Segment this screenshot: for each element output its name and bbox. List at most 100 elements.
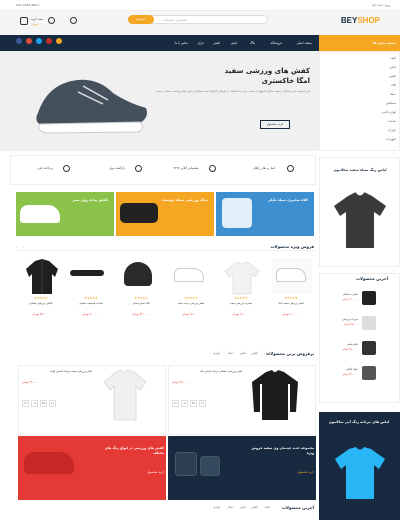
deal-product-price: ۳۹۰،۰۰۰ تومان	[22, 380, 40, 384]
cart-icon[interactable]	[20, 17, 28, 25]
featured-section-title: فروش ویژه محصولات	[270, 244, 314, 249]
category-item[interactable]: کفش	[389, 74, 396, 78]
deal-product-name[interactable]: لباس ورزشی سفید مردانه آستین کوتاه	[22, 370, 92, 374]
sneaker-thumb	[276, 268, 306, 282]
shoe-image	[20, 205, 60, 223]
countdown-days: ۱۲	[172, 400, 179, 407]
category-item[interactable]: دستکش	[386, 101, 396, 105]
bottom-banner-button[interactable]: خرید محصول	[297, 470, 314, 474]
countdown-minutes: ۴۵	[190, 400, 197, 407]
newest-item[interactable]	[321, 340, 398, 360]
category-item[interactable]: جوراب	[387, 128, 396, 132]
category-item[interactable]: لوازم جانبی	[381, 110, 396, 114]
nav-item-sale[interactable]: حراج	[198, 35, 204, 51]
product-name[interactable]: ساعت هوشمند مشکی	[69, 302, 113, 306]
tab-shoes[interactable]: کفش	[251, 351, 258, 355]
product-name[interactable]: کلاه ایمنی اسکی	[119, 302, 163, 306]
rating-stars: ★★★★★	[84, 296, 98, 300]
countdown-seconds: ۲۱	[49, 400, 56, 407]
product-thumb	[362, 291, 376, 305]
tab-accessories[interactable]: لوازم	[213, 351, 220, 355]
truck-icon	[287, 165, 294, 172]
category-item[interactable]: تجهیزات	[386, 137, 396, 141]
category-item[interactable]: لباس	[390, 65, 396, 69]
newest-item-name[interactable]: عینک آفتابی	[346, 368, 358, 371]
category-item[interactable]: عینک	[390, 92, 396, 96]
product-price: ۴۲۰،۰۰۰ تومان	[132, 312, 150, 316]
nav-item-blog[interactable]: بلاگ	[250, 35, 255, 51]
feature-title: پرداخت امن	[37, 166, 53, 170]
newest-item-name[interactable]: جوراب ورزشی	[342, 318, 358, 321]
product-name[interactable]: کاپشن ورزشی مشکی	[19, 302, 63, 306]
cart-label[interactable]: سبد خرید	[31, 17, 43, 21]
cart-total: ۰ تومان	[31, 22, 41, 26]
feature-title: بازگشت پول	[109, 166, 125, 170]
deal-product-name[interactable]: لباس ورزشی مشکی مردانه آستین بلند	[172, 370, 242, 374]
product-name[interactable]: کفش ورزشی سفید نایک	[269, 302, 313, 306]
helmet-thumb	[124, 262, 152, 286]
tab-clothes[interactable]: لباس	[240, 351, 246, 355]
tab-clothes[interactable]: لباس	[240, 505, 246, 509]
twitter-icon[interactable]	[36, 38, 42, 44]
tab-shoes[interactable]: کفش	[251, 505, 258, 509]
tab-accessories[interactable]: لوازم	[213, 505, 220, 509]
facebook-icon[interactable]	[16, 38, 22, 44]
product-price: ۱۸۰،۰۰۰ تومان	[232, 312, 250, 316]
newest-item-price: ۳۵۰،۰۰۰ تومان	[342, 348, 358, 351]
nav-item-clothes[interactable]: لباس	[231, 35, 237, 51]
newest-item-name[interactable]: کوله پشتی	[347, 343, 358, 346]
countdown-hours: ۰۵	[181, 400, 188, 407]
blue-tshirt-image	[335, 447, 385, 499]
category-item[interactable]: کیف	[391, 56, 396, 60]
rating-stars: ★★★★★	[184, 296, 198, 300]
product-name[interactable]: کفش ورزشی دونده سفید	[169, 302, 213, 306]
red-shoe-image	[24, 452, 74, 474]
polo-image	[103, 369, 147, 421]
hero-title: کفش های ورزشی سفید امگا خاکستری	[224, 67, 310, 85]
tab-bags[interactable]: کیف	[265, 351, 270, 355]
prev-arrow-icon[interactable]: ‹	[16, 244, 18, 249]
rating-stars: ★★★★★	[134, 296, 148, 300]
login-link[interactable]: ورود / ثبت نام	[372, 3, 390, 7]
promo-title: کفش پیاده روی سبز	[72, 198, 108, 202]
tab-glasses[interactable]: عینک	[228, 351, 234, 355]
product-thumb	[362, 341, 376, 355]
newest-item-name[interactable]: تیشرت مشکی	[343, 293, 358, 296]
bottom-banner-button[interactable]: خرید محصول	[147, 470, 164, 474]
newest-item[interactable]	[321, 315, 398, 335]
hero-shop-button[interactable]: خرید محصول	[260, 120, 290, 129]
sneaker-thumb	[174, 268, 204, 282]
newest-item[interactable]	[321, 365, 398, 385]
category-item[interactable]: کلاه	[391, 83, 396, 87]
rating-stars: ★★★★★	[284, 296, 298, 300]
product-price: ۷۵۰،۰۰۰ تومان	[32, 312, 50, 316]
bag-image	[200, 456, 220, 476]
youtube-icon[interactable]	[46, 38, 52, 44]
product-price: ۶۵۰،۰۰۰ تومان	[182, 312, 200, 316]
google-plus-icon[interactable]	[26, 38, 32, 44]
product-price: ۹۰۰،۰۰۰ تومان	[82, 312, 100, 316]
categories-button[interactable]: دسته بندی ها	[319, 35, 400, 51]
user-icon[interactable]	[70, 17, 77, 24]
heart-icon[interactable]	[48, 17, 55, 24]
newest-section-title: آخرین محصولات	[355, 276, 388, 281]
search-button[interactable]: جستجو	[128, 15, 154, 24]
size-options-row	[18, 322, 314, 340]
next-arrow-icon[interactable]: ›	[22, 244, 24, 249]
newest-item-price: ۲۲۰،۰۰۰ تومان	[342, 373, 358, 376]
logo[interactable]: BEYSHOP	[341, 16, 380, 25]
rss-icon[interactable]	[56, 38, 62, 44]
newest-item-price: ۴۵،۰۰۰ تومان	[343, 323, 358, 326]
tab-glasses[interactable]: عینک	[228, 505, 234, 509]
nav-item-contact[interactable]: تماس با ما	[175, 35, 188, 51]
tab-bags[interactable]: کیف	[265, 505, 270, 509]
jacket-thumb	[26, 259, 58, 294]
nav-item-shoes[interactable]: کفش	[213, 35, 220, 51]
promo-title: ساک ورزشی سیاه دوشیده	[161, 198, 208, 202]
category-item[interactable]: ساعت	[388, 119, 396, 123]
nav-item-home[interactable]: صفحه اصلی	[297, 35, 312, 51]
newest-item[interactable]	[321, 290, 398, 310]
nav-item-shop[interactable]: فروشگاه	[271, 35, 282, 51]
newest-item-price: ۱۲۰،۰۰۰ تومان	[342, 298, 358, 301]
product-name[interactable]: تیشرت ورزشی سفید	[219, 302, 263, 306]
